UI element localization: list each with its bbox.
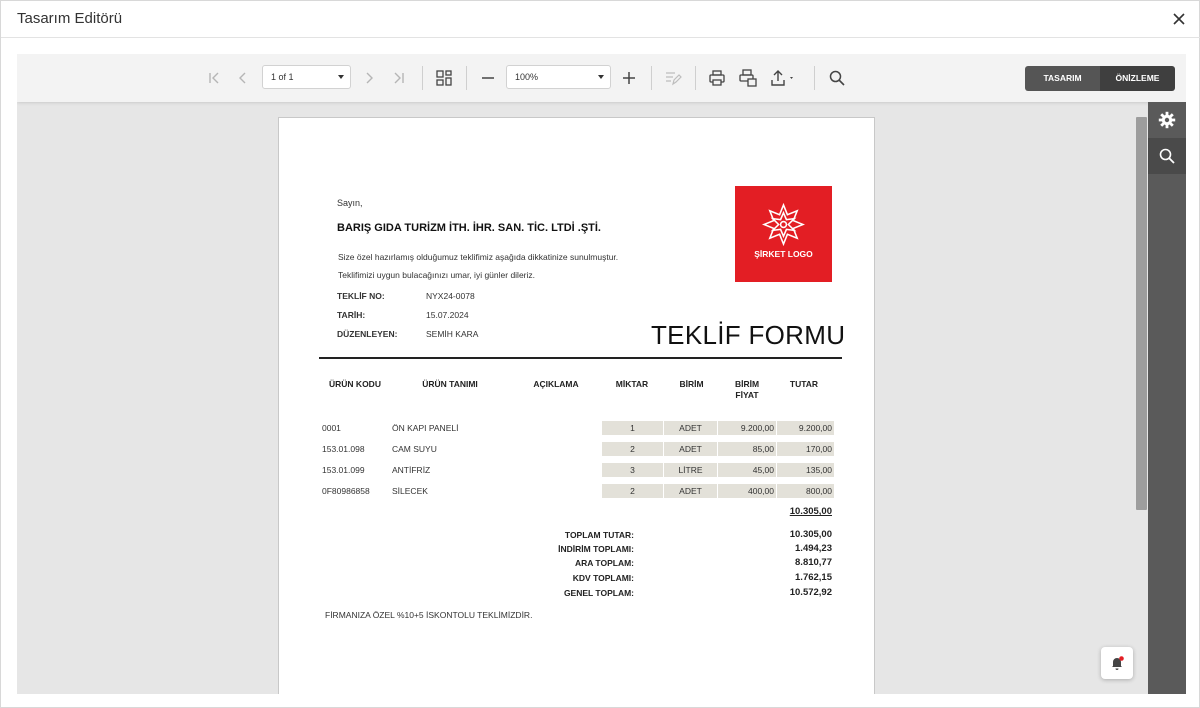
toolbar-divider [651,66,652,90]
scrollbar-thumb[interactable] [1136,117,1147,510]
next-page-icon[interactable] [358,67,380,89]
viewer-toolbar: 1 of 1 100% TASARIM ÖNİZLEME [17,54,1186,102]
col-header-price-line2: FİYAT [735,390,759,400]
row-unit: ADET [664,421,717,435]
row-qty: 2 [602,442,663,456]
date-value: 15.07.2024 [426,310,469,320]
col-header-total: TUTAR [789,379,819,389]
footer-note: FİRMANIZA ÖZEL %10+5 İSKONTOLU TEKLİMİZD… [325,610,533,620]
row-price: 85,00 [718,442,776,456]
discount-label: İNDİRİM TOPLAMI: [558,544,634,554]
greeting: Sayın, [337,198,363,208]
row-total: 170,00 [777,442,834,456]
total-label: TOPLAM TUTAR: [564,530,634,540]
customer-company: BARIŞ GIDA TURİZM İTH. İHR. SAN. TİC. LT… [337,222,601,234]
zoom-selector[interactable]: 100% [506,65,611,89]
date-label: TARİH: [337,310,366,320]
row-unit: LİTRE [664,463,717,477]
highlight-editing-icon[interactable] [662,67,684,89]
mode-switch: TASARIM ÖNİZLEME [1025,66,1175,91]
form-title: TEKLİF FORMU [651,320,846,350]
col-header-price-line1: BİRİM [734,379,760,389]
row-price: 45,00 [718,463,776,477]
report-page: Sayın, BARIŞ GIDA TURİZM İTH. İHR. SAN. … [278,117,875,694]
toolbar-divider [695,66,696,90]
print-page-icon[interactable] [737,67,759,89]
col-header-name: ÜRÜN TANIMI [422,379,478,389]
page-selector-value: 1 of 1 [271,72,294,82]
toolbar-divider [466,66,467,90]
offer-no-label: TEKLİF NO: [337,291,385,301]
row-name: ÖN KAPI PANELİ [392,423,459,433]
previous-page-icon[interactable] [232,67,254,89]
row-code: 153.01.098 [322,444,365,454]
row-unit: ADET [664,484,717,498]
chevron-down-icon [598,75,604,79]
search-icon[interactable] [1148,138,1186,174]
row-name: SİLECEK [392,486,428,496]
logo-star-icon [762,203,805,246]
intro-line-2: Teklifimizi uygun bulacağınızı umar, iyi… [338,270,536,280]
row-qty: 3 [602,463,663,477]
page-selector[interactable]: 1 of 1 [262,65,351,89]
row-code: 0001 [322,423,341,433]
design-mode-button[interactable]: TASARIM [1025,66,1100,91]
discount-value: 1.494,23 [795,543,832,554]
grand-total-label: GENEL TOPLAM: [563,588,634,598]
company-logo: ŞİRKET LOGO [735,186,832,282]
window-title: Tasarım Editörü [17,10,123,27]
zoom-out-icon[interactable] [477,67,499,89]
net-total-value: 8.810,77 [795,557,832,568]
vat-value: 1.762,15 [795,572,832,583]
document-viewer: 1 of 1 100% TASARIM ÖNİZLEME Sayın, BARI… [17,54,1186,694]
row-code: 0F80986858 [322,486,370,496]
row-qty: 2 [602,484,663,498]
row-total: 9.200,00 [777,421,834,435]
row-name: CAM SUYU [392,444,437,454]
row-qty: 1 [602,421,663,435]
side-panel [1148,102,1186,694]
vat-label: KDV TOPLAMI: [572,573,634,583]
toolbar-divider [422,66,423,90]
prepared-by-value: SEMİH KARA [426,329,479,339]
row-price: 400,00 [718,484,776,498]
print-icon[interactable] [706,67,728,89]
col-header-desc: AÇIKLAMA [533,379,579,389]
chevron-down-icon [338,75,344,79]
row-price: 9.200,00 [718,421,776,435]
preview-mode-button[interactable]: ÖNİZLEME [1100,66,1175,91]
row-code: 153.01.099 [322,465,365,475]
offer-no-value: NYX24-0078 [426,291,475,301]
logo-text: ŞİRKET LOGO [754,249,813,259]
net-total-label: ARA TOPLAM: [574,558,634,568]
prepared-by-label: DÜZENLEYEN: [337,329,398,339]
header-divider [319,357,842,359]
zoom-in-icon[interactable] [618,67,640,89]
items-subtotal: 10.305,00 [789,506,832,517]
last-page-icon[interactable] [388,67,410,89]
gear-icon[interactable] [1148,102,1186,138]
row-total: 135,00 [777,463,834,477]
col-header-unit: BİRİM [679,379,704,389]
title-bar: Tasarım Editörü [1,1,1200,38]
total-value: 10.305,00 [789,529,832,540]
zoom-selector-value: 100% [515,72,539,82]
row-unit: ADET [664,442,717,456]
col-header-code: ÜRÜN KODU [329,379,381,389]
notification-bell-icon[interactable] [1101,647,1133,679]
first-page-icon[interactable] [203,67,225,89]
col-header-qty: MİKTAR [615,379,649,389]
editor-window: Tasarım Editörü 1 of 1 100% TASARIM ÖNİZ… [0,0,1200,708]
row-total: 800,00 [777,484,834,498]
row-name: ANTİFRİZ [392,465,431,475]
toolbar-divider [814,66,815,90]
close-icon[interactable] [1171,11,1187,27]
export-icon[interactable] [769,67,799,89]
multipage-icon[interactable] [433,67,455,89]
search-icon[interactable] [826,67,848,89]
intro-line-1: Size özel hazırlamış olduğumuz teklifimi… [338,252,619,262]
grand-total-value: 10.572,92 [789,587,832,598]
